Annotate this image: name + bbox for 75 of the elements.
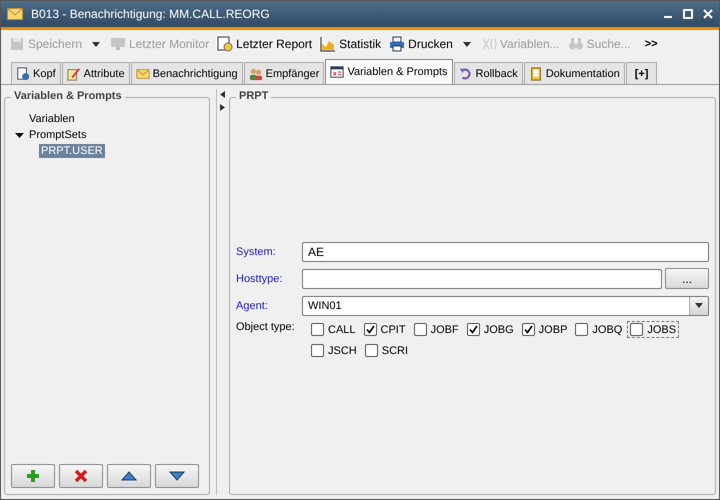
- cross-icon: [74, 469, 88, 483]
- checkbox-option[interactable]: JOBF: [410, 321, 462, 338]
- move-down-button[interactable]: [155, 464, 199, 488]
- variables-window-icon: [330, 65, 344, 79]
- window-title: B013 - Benachrichtigung: MM.CALL.REORG: [31, 7, 271, 21]
- close-icon[interactable]: [703, 9, 713, 19]
- tab[interactable]: Rollback: [454, 62, 523, 84]
- envelope-icon: [136, 66, 150, 80]
- toolbar-button[interactable]: Letzter Report: [215, 34, 314, 54]
- text-field[interactable]: AE: [302, 242, 709, 262]
- checkbox[interactable]: [311, 323, 324, 336]
- checkbox-option[interactable]: JOBQ: [572, 321, 626, 338]
- field-label: Agent:: [236, 300, 269, 312]
- checkbox[interactable]: [364, 323, 377, 336]
- tree-item[interactable]: Variablen: [27, 112, 77, 126]
- tab[interactable]: Dokumentation: [524, 62, 625, 84]
- tab[interactable]: Benachrichtigung: [130, 62, 243, 84]
- caret-icon: [92, 42, 100, 46]
- field-label: System:: [236, 246, 277, 258]
- report-clock-icon: [217, 36, 234, 52]
- checkbox-option[interactable]: CALL: [308, 321, 359, 338]
- checkbox[interactable]: [311, 344, 324, 357]
- browse-button[interactable]: ...: [665, 268, 709, 289]
- variables-icon: [480, 36, 497, 52]
- expand-right-icon[interactable]: [220, 104, 224, 111]
- pencil-document-icon: [66, 66, 81, 80]
- dropdown-field[interactable]: WIN01: [302, 296, 709, 316]
- maximize-icon[interactable]: [683, 9, 693, 19]
- delete-button[interactable]: [59, 464, 103, 488]
- tree-item[interactable]: PromptSets: [27, 128, 88, 142]
- checkbox[interactable]: [414, 323, 427, 336]
- save-icon: [9, 36, 25, 52]
- text-field[interactable]: [302, 268, 662, 288]
- envelope-icon: [7, 8, 23, 20]
- checkbox[interactable]: [466, 323, 480, 336]
- down-triangle-icon: [169, 471, 185, 481]
- binoculars-icon: [568, 36, 584, 52]
- checkbox-option[interactable]: JOBS: [627, 321, 680, 338]
- checkbox[interactable]: [364, 344, 378, 357]
- add-button[interactable]: [11, 464, 55, 488]
- tab[interactable]: [+]: [626, 62, 658, 84]
- expander-icon[interactable]: [15, 130, 24, 140]
- field-label: Hosttype:: [236, 272, 284, 284]
- panel-title: PRPT: [236, 90, 272, 102]
- checkbox[interactable]: [575, 323, 588, 336]
- printer-icon: [389, 36, 406, 52]
- checkbox-option[interactable]: JOBG: [464, 321, 517, 338]
- up-triangle-icon: [121, 471, 137, 481]
- book-icon: [528, 66, 543, 80]
- info-document-icon: [16, 66, 30, 80]
- tab[interactable]: Kopf: [11, 62, 61, 84]
- caret-icon: [695, 303, 703, 308]
- collapse-left-icon[interactable]: [220, 91, 224, 98]
- tab[interactable]: Variablen & Prompts: [325, 59, 453, 84]
- people-icon: [248, 66, 263, 80]
- caret-icon: [462, 42, 471, 46]
- plus-icon: [26, 469, 40, 483]
- tab[interactable]: Attribute: [62, 62, 130, 84]
- checkbox[interactable]: [522, 323, 535, 336]
- panel-title: Variablen & Prompts: [11, 90, 125, 102]
- tab[interactable]: Empfänger: [244, 62, 324, 84]
- tree-item[interactable]: PRPT.USER: [39, 144, 105, 158]
- field-label: Object type:: [236, 321, 296, 333]
- checkbox-option[interactable]: SCRI: [362, 342, 412, 359]
- checkbox-option[interactable]: CPIT: [360, 321, 409, 338]
- checkbox-option[interactable]: JSCH: [308, 342, 360, 359]
- toolbar-button[interactable]: Statistik: [318, 34, 384, 54]
- overflow-button[interactable]: >>: [636, 38, 666, 50]
- toolbar-button[interactable]: Drucken: [387, 34, 455, 54]
- checkbox[interactable]: [630, 323, 644, 336]
- checkbox-option[interactable]: JOBP: [518, 321, 570, 338]
- move-up-button[interactable]: [107, 464, 151, 488]
- monitor-icon: [110, 36, 126, 52]
- undo-arrow-icon: [458, 66, 473, 80]
- chart-icon: [320, 36, 336, 52]
